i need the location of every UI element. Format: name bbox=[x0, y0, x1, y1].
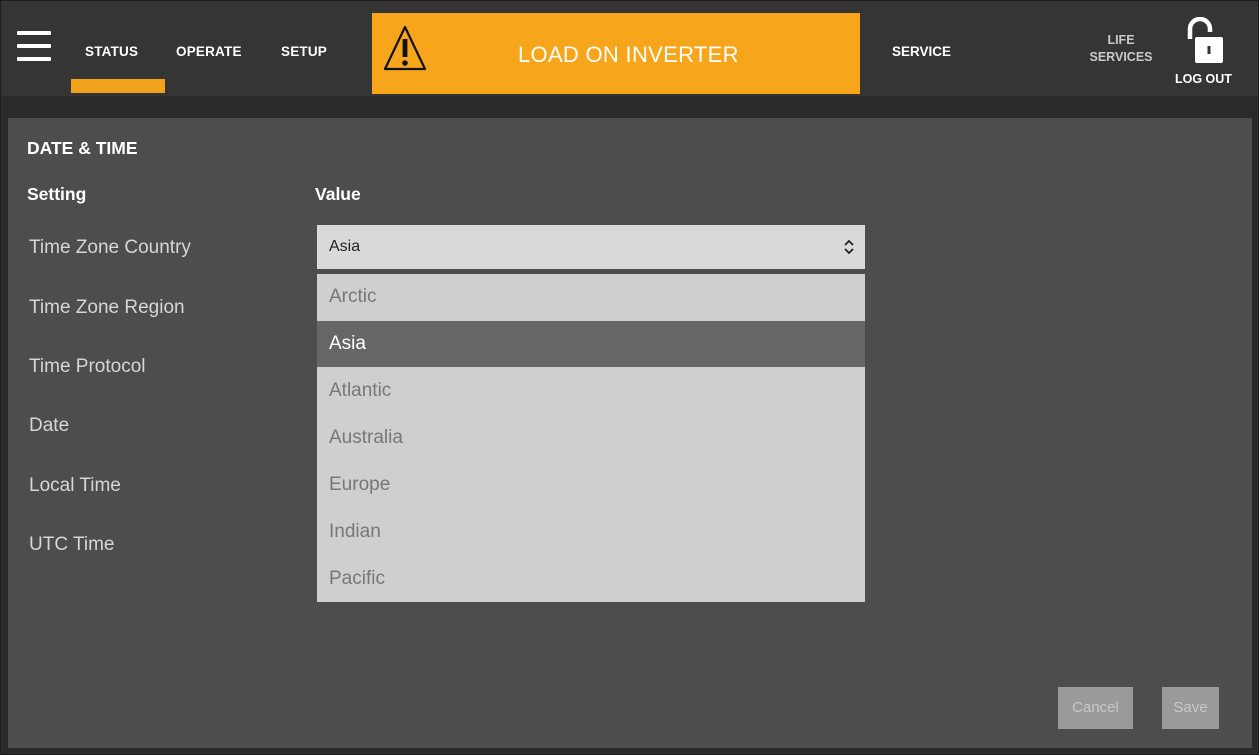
alert-text: LOAD ON INVERTER bbox=[518, 42, 739, 67]
setting-utc-time: UTC Time bbox=[29, 534, 115, 555]
life-services-line-1: LIFE bbox=[1107, 33, 1135, 47]
dropdown-option[interactable]: Europe bbox=[317, 462, 865, 508]
top-navigation-bar: STATUS OPERATE SETUP LOAD ON INVERTER SE… bbox=[1, 1, 1258, 96]
option-label: Indian bbox=[329, 521, 381, 542]
option-label: Arctic bbox=[329, 286, 377, 307]
value-column-header: Value bbox=[315, 184, 361, 204]
life-services-line-2: SERVICES bbox=[1089, 50, 1153, 64]
option-label: Pacific bbox=[329, 568, 385, 589]
logout-button[interactable]: LOG OUT bbox=[1175, 72, 1232, 86]
chevron-updown-icon bbox=[844, 239, 854, 255]
option-label: Atlantic bbox=[329, 380, 392, 401]
dropdown-option[interactable]: Australia bbox=[317, 415, 865, 461]
setting-column-header: Setting bbox=[27, 184, 87, 204]
cancel-button[interactable]: Cancel bbox=[1058, 687, 1133, 729]
active-tab-indicator bbox=[71, 79, 165, 93]
setting-date: Date bbox=[29, 415, 70, 436]
dropdown-option[interactable]: Pacific bbox=[317, 556, 865, 602]
date-time-panel: DATE & TIME Setting Value Time Zone Coun… bbox=[8, 118, 1252, 748]
select-value: Asia bbox=[329, 238, 361, 255]
option-label: Asia bbox=[329, 333, 366, 354]
dropdown-option[interactable]: Arctic bbox=[317, 274, 865, 320]
tab-service[interactable]: SERVICE bbox=[892, 44, 951, 59]
tab-setup[interactable]: SETUP bbox=[281, 44, 327, 59]
save-button[interactable]: Save bbox=[1162, 687, 1219, 729]
section-title: DATE & TIME bbox=[27, 138, 138, 158]
dropdown-option[interactable]: Indian bbox=[317, 509, 865, 555]
country-dropdown-list: Arctic Asia Atlantic Australia Europe In… bbox=[317, 274, 865, 602]
time-zone-country-select[interactable]: Asia bbox=[317, 225, 865, 269]
setting-time-zone-region: Time Zone Region bbox=[29, 297, 185, 318]
setting-time-protocol: Time Protocol bbox=[29, 356, 146, 377]
setting-local-time: Local Time bbox=[29, 475, 121, 496]
app-frame: STATUS OPERATE SETUP LOAD ON INVERTER SE… bbox=[0, 0, 1259, 755]
option-label: Australia bbox=[329, 427, 403, 448]
alert-banner: LOAD ON INVERTER bbox=[372, 13, 860, 94]
setting-time-zone-country: Time Zone Country bbox=[29, 237, 191, 258]
unlock-icon[interactable] bbox=[1185, 17, 1223, 65]
option-label: Europe bbox=[329, 474, 391, 495]
dropdown-option[interactable]: Atlantic bbox=[317, 368, 865, 414]
tab-status[interactable]: STATUS bbox=[85, 44, 138, 59]
menu-icon[interactable] bbox=[17, 31, 51, 61]
dropdown-option-selected[interactable]: Asia bbox=[317, 321, 865, 367]
tab-life-services[interactable]: LIFE SERVICES bbox=[1083, 32, 1159, 66]
tab-operate[interactable]: OPERATE bbox=[176, 44, 242, 59]
warning-icon bbox=[383, 25, 427, 71]
